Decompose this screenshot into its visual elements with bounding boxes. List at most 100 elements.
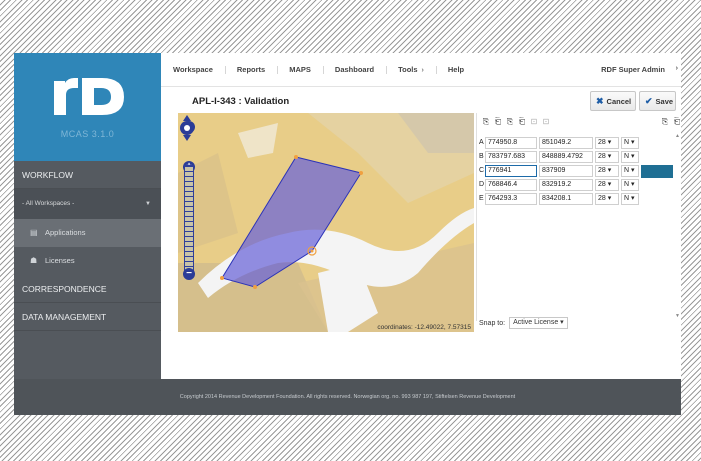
zone-value: 28 [598, 167, 606, 174]
hemisphere-value: N [624, 195, 630, 202]
logo-area: MCAS 3.1.0 [14, 53, 161, 161]
scroll-down-icon[interactable]: ▼ [675, 313, 680, 319]
move-down-icon[interactable]: ⊡ [541, 117, 551, 127]
snap-select[interactable]: Active License ▾ [509, 317, 568, 329]
cancel-button-label: Cancel [606, 96, 632, 106]
snap-control: Snap to: Active License ▾ [479, 317, 568, 329]
coordinates-panel: ⎘ ⎗ ⎘ ⎗ ⊡ ⊡ ⎘ ⎗ A 774950.8 851049.2 28 ▾… [476, 113, 681, 321]
zoom-slider[interactable] [184, 165, 194, 273]
user-menu[interactable]: RDF Super Admin [601, 65, 665, 74]
coord-row-e: E 764293.3 834208.1 28 ▾ N ▾ [477, 193, 675, 206]
northing-field[interactable]: 848889.4792 [539, 151, 593, 163]
page-title: APL-I-343 : Validation [192, 96, 290, 107]
hemisphere-select[interactable]: N ▾ [621, 137, 639, 149]
zone-select[interactable]: 28 ▾ [595, 193, 619, 205]
nav-tools-label: Tools [398, 65, 418, 74]
sidebar-item-label: Applications [45, 228, 86, 237]
map-view[interactable]: + + − coordinates: -12.49022, 7.57315 [178, 113, 474, 332]
zone-value: 28 [598, 153, 606, 160]
version-label: MCAS 3.1.0 [60, 129, 115, 139]
snap-value: Active License [513, 319, 559, 326]
zone-select[interactable]: 28 ▾ [595, 165, 619, 177]
cancel-button[interactable]: ✖ Cancel [590, 91, 636, 111]
pan-control-icon[interactable] [178, 113, 196, 143]
easting-field[interactable]: 783797.683 [485, 151, 537, 163]
northing-field[interactable]: 832919.2 [539, 179, 593, 191]
hemisphere-select[interactable]: N ▾ [621, 193, 639, 205]
sidebar-item-data-management[interactable]: DATA MANAGEMENT [14, 303, 161, 331]
coord-row-b: B 783797.683 848889.4792 28 ▾ N ▾ [477, 151, 675, 164]
row-label: E [479, 195, 484, 202]
check-icon: ✔ [645, 95, 653, 106]
append-point-icon[interactable]: ⎘ [505, 117, 515, 127]
import-icon[interactable]: ⎘ [660, 117, 670, 127]
sidebar-item-licenses[interactable]: ☗ Licenses [14, 247, 161, 275]
sidebar-item-correspondence[interactable]: CORRESPONDENCE [14, 275, 161, 303]
zone-select[interactable]: 28 ▾ [595, 151, 619, 163]
zone-value: 28 [598, 139, 606, 146]
nav-help[interactable]: Help [435, 65, 476, 74]
sidebar-item-applications[interactable]: ▤ Applications [14, 219, 161, 247]
nav-tools[interactable]: Tools › [386, 65, 436, 74]
footer: Copyright 2014 Revenue Development Found… [14, 379, 681, 415]
close-icon: ✖ [596, 95, 604, 106]
save-button[interactable]: ✔ Save [639, 91, 676, 111]
zone-value: 28 [598, 181, 606, 188]
coord-row-a: A 774950.8 851049.2 28 ▾ N ▾ [477, 137, 675, 150]
rd-logo[interactable] [50, 69, 128, 117]
northing-field[interactable]: 837909 [539, 165, 593, 177]
hemisphere-select[interactable]: N ▾ [621, 151, 639, 163]
zone-value: 28 [598, 195, 606, 202]
zoom-out-icon[interactable]: − [183, 268, 195, 280]
vertical-scrollbar[interactable]: ▲ ▼ [675, 133, 681, 319]
sidebar-item-label: Licenses [45, 256, 75, 265]
move-up-icon[interactable]: ⊡ [529, 117, 539, 127]
coord-row-c: C 776941 837909 28 ▾ N ▾ [477, 165, 675, 178]
workspace-select[interactable]: - All Workspaces - ▼ [14, 189, 161, 219]
zone-select[interactable]: 28 ▾ [595, 137, 619, 149]
scroll-up-icon[interactable]: ▲ [675, 133, 680, 139]
chevron-right-icon: › [421, 67, 424, 74]
hemisphere-value: N [624, 153, 630, 160]
caret-down-icon: ▼ [145, 201, 151, 207]
person-icon: ☗ [30, 256, 38, 265]
easting-field[interactable]: 764293.3 [485, 193, 537, 205]
remove-point-icon[interactable]: ⎗ [517, 117, 527, 127]
coord-row-d: D 768846.4 832919.2 28 ▾ N ▾ [477, 179, 675, 192]
row-label: B [479, 153, 484, 160]
zone-select[interactable]: 28 ▾ [595, 179, 619, 191]
nav-workspace[interactable]: Workspace [161, 65, 225, 74]
sidebar-item-workflow[interactable]: WORKFLOW [14, 161, 161, 189]
row-selection-highlight [641, 165, 673, 178]
row-label: C [479, 167, 485, 174]
panel-toolbar: ⎘ ⎗ ⎘ ⎗ ⊡ ⊡ ⎘ ⎗ [477, 113, 682, 131]
nav-dashboard[interactable]: Dashboard [322, 65, 386, 74]
hemisphere-value: N [624, 167, 630, 174]
easting-field[interactable]: 774950.8 [485, 137, 537, 149]
northing-field[interactable]: 834208.1 [539, 193, 593, 205]
easting-field[interactable]: 768846.4 [485, 179, 537, 191]
nav-maps[interactable]: MAPS [277, 65, 323, 74]
northing-field[interactable]: 851049.2 [539, 137, 593, 149]
hemisphere-value: N [624, 181, 630, 188]
workspace-select-label: - All Workspaces - [22, 200, 75, 207]
hemisphere-value: N [624, 139, 630, 146]
map-canvas[interactable] [178, 113, 474, 332]
hemisphere-select[interactable]: N ▾ [621, 165, 639, 177]
coordinates-readout: coordinates: -12.49022, 7.57315 [377, 324, 471, 331]
export-icon[interactable]: ⎗ [672, 117, 682, 127]
app-window: MCAS 3.1.0 WORKFLOW - All Workspaces - ▼… [14, 53, 681, 415]
easting-field[interactable]: 776941 [485, 165, 537, 177]
row-label: D [479, 181, 485, 188]
chevron-right-icon: › [675, 65, 678, 72]
nav-reports[interactable]: Reports [224, 65, 277, 74]
insert-point-icon[interactable]: ⎗ [493, 117, 503, 127]
sidebar: MCAS 3.1.0 WORKFLOW - All Workspaces - ▼… [14, 53, 161, 379]
save-button-label: Save [655, 96, 674, 106]
row-label: A [479, 139, 484, 146]
snap-label: Snap to: [479, 319, 506, 327]
hemisphere-select[interactable]: N ▾ [621, 179, 639, 191]
document-icon: ▤ [30, 228, 38, 237]
new-point-icon[interactable]: ⎘ [481, 117, 491, 127]
top-navigation: Workspace Reports MAPS Dashboard Tools › … [161, 53, 681, 87]
